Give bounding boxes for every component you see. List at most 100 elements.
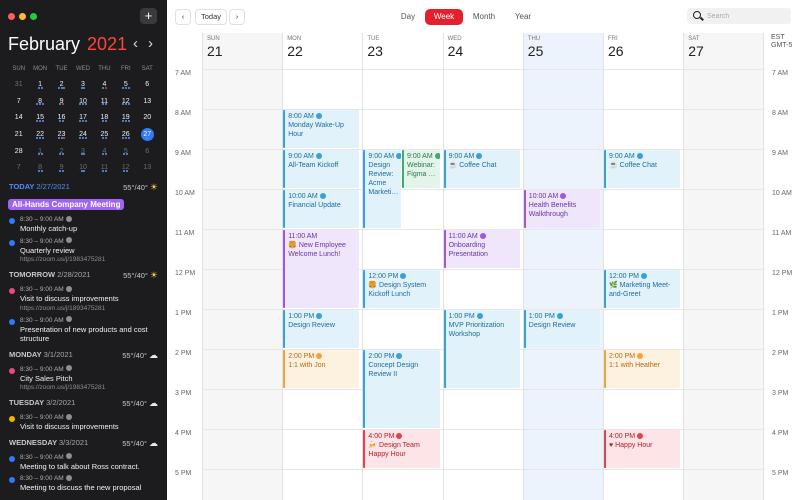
calendar-event[interactable]: 9:00 AM All-Team Kickoff xyxy=(283,150,360,188)
mini-calendar-day[interactable]: 12 xyxy=(115,156,136,173)
mini-calendar-day[interactable]: 4 xyxy=(94,73,115,89)
mini-calendar-day[interactable]: 16 xyxy=(51,106,72,123)
event-link[interactable]: https://zoom.us/j/1893475281 xyxy=(20,304,159,313)
tab-year[interactable]: Year xyxy=(510,9,536,25)
mini-calendar-day[interactable]: 12 xyxy=(115,90,136,106)
calendar-event[interactable]: 11:00 AM Onboarding Presentation xyxy=(443,230,520,268)
mini-calendar-day[interactable]: 4 xyxy=(94,140,115,156)
day-header[interactable]: MON 22 xyxy=(282,33,362,69)
hour-label: 7 AM xyxy=(175,70,191,77)
agenda-event[interactable]: 8:30 – 9:00 AM Presentation of new produc… xyxy=(0,316,167,344)
day-header[interactable]: SAT 27 xyxy=(683,33,763,69)
tab-week[interactable]: Week xyxy=(425,9,463,25)
calendar-event[interactable]: 4:00 PM ♥ Happy Hour xyxy=(604,430,681,468)
day-header[interactable]: SUN 21 xyxy=(202,33,282,69)
calendar-event[interactable]: 12:00 PM 🌿 Marketing Meet-and-Greet xyxy=(604,270,681,308)
calendar-event[interactable]: 9:00 AM Webinar: Figma … xyxy=(402,150,440,188)
calendar-event[interactable]: 1:00 PM Design Review xyxy=(283,310,360,348)
calendar-event[interactable]: 9:00 AM ☕ Coffee Chat xyxy=(604,150,681,188)
agenda-event[interactable]: 8:30 – 9:00 AM Meeting to discuss the new… xyxy=(0,474,167,493)
tab-month[interactable]: Month xyxy=(469,9,499,25)
all-day-event[interactable]: All-Hands Company Meeting xyxy=(8,199,125,210)
calendar-event[interactable]: 10:00 AM Health Benefits Walkthrough xyxy=(523,190,600,228)
calendar-event[interactable]: 9:00 AM ☕ Coffee Chat xyxy=(443,150,520,188)
mini-calendar-day[interactable]: 22 xyxy=(29,123,50,139)
mini-calendar-day[interactable]: 13 xyxy=(137,156,158,172)
event-link[interactable]: https://zoom.us/j/1983475281 xyxy=(20,255,159,264)
agenda-event[interactable]: 8:30 – 9:00 AM Quarterly review https://zo… xyxy=(0,237,167,265)
day-header[interactable]: TUE 23 xyxy=(362,33,442,69)
calendar-event[interactable]: 2:00 PM 1:1 with Heather xyxy=(604,350,681,388)
mini-calendar-day[interactable]: 6 xyxy=(137,73,158,89)
mini-calendar-day[interactable]: 23 xyxy=(51,123,72,139)
mini-calendar-day[interactable]: 18 xyxy=(94,106,115,123)
agenda-event[interactable]: 8:30 – 9:00 AM Visit to discuss improveme… xyxy=(0,413,167,432)
calendar-event[interactable]: 12:00 PM 🍔 Design System Kickoff Lunch xyxy=(363,270,440,308)
calendar-event[interactable]: 1:00 PM MVP Prioritization Workshop xyxy=(443,310,520,388)
mini-calendar-day[interactable]: 7 xyxy=(8,90,29,106)
agenda-event[interactable]: 8:30 – 9:00 AM Meeting to talk about Ross… xyxy=(0,453,167,472)
calendar-event[interactable]: 2:00 PM 1:1 with Jon xyxy=(283,350,360,388)
add-event-button[interactable]: + xyxy=(140,8,157,24)
mini-calendar-day[interactable]: 6 xyxy=(137,140,158,156)
hour-label: 5 PM xyxy=(175,470,192,477)
mini-calendar-day[interactable]: 21 xyxy=(8,123,29,139)
mini-calendar-day[interactable]: 28 xyxy=(8,140,29,156)
mini-calendar-day[interactable]: 2 xyxy=(51,73,72,89)
mini-calendar-day[interactable]: 8 xyxy=(29,156,50,173)
mini-calendar-day[interactable]: 20 xyxy=(137,106,158,122)
today-button[interactable]: Today xyxy=(195,9,227,25)
mini-calendar-day[interactable]: 17 xyxy=(72,106,93,123)
mini-calendar-day[interactable]: 5 xyxy=(115,140,136,156)
mini-calendar-prev-button[interactable]: ‹ xyxy=(133,35,138,53)
mini-calendar-day[interactable]: 3 xyxy=(72,140,93,156)
mini-calendar-day[interactable]: 24 xyxy=(72,123,93,139)
mini-calendar-day[interactable]: 25 xyxy=(94,123,115,139)
agenda-day-label: TUESDAY 3/2/2021 xyxy=(9,398,75,407)
day-header[interactable]: WED 24 xyxy=(443,33,523,69)
calendar-event[interactable]: 8:00 AM Monday Wake-Up Hour xyxy=(283,110,360,148)
calendar-event[interactable]: 9:00 AM Design Review: Acme Marketi… xyxy=(363,150,401,228)
search-input[interactable] xyxy=(707,11,787,22)
mini-calendar-day[interactable]: 10 xyxy=(72,90,93,106)
mini-calendar-day[interactable]: 9 xyxy=(51,90,72,106)
mini-calendar-day[interactable]: 2 xyxy=(51,140,72,156)
mini-calendar-day[interactable]: 27 xyxy=(137,123,158,142)
event-link[interactable]: https://zoom.us/j/1983475281 xyxy=(20,383,159,392)
mini-calendar-day[interactable]: 1 xyxy=(29,140,50,156)
mini-calendar-day[interactable]: 26 xyxy=(115,123,136,139)
mini-calendar-day[interactable]: 13 xyxy=(137,90,158,106)
mini-calendar-day[interactable]: 11 xyxy=(94,90,115,106)
prev-week-button[interactable]: ‹ xyxy=(175,9,191,25)
mini-calendar-day[interactable]: 15 xyxy=(29,106,50,123)
next-week-button[interactable]: › xyxy=(229,9,245,25)
mini-calendar-day[interactable]: 1 xyxy=(29,73,50,89)
day-header[interactable]: THU 25 xyxy=(523,33,603,69)
calendar-event[interactable]: 4:00 PM 🍻 Design Team Happy Hour xyxy=(363,430,440,468)
mini-calendar-day[interactable]: 5 xyxy=(115,73,136,89)
mini-calendar-day[interactable]: 11 xyxy=(94,156,115,173)
sun-icon: ☀ xyxy=(149,182,158,192)
mini-calendar-day[interactable]: 10 xyxy=(72,156,93,173)
mini-calendar-next-button[interactable]: › xyxy=(148,35,153,53)
window-minimize-button[interactable] xyxy=(19,13,26,20)
mini-calendar-day[interactable]: 9 xyxy=(51,156,72,173)
mini-calendar-day[interactable]: 14 xyxy=(8,106,29,122)
mini-calendar-day[interactable]: 19 xyxy=(115,106,136,123)
mini-calendar-day[interactable]: 7 xyxy=(8,156,29,172)
window-zoom-button[interactable] xyxy=(30,13,37,20)
calendar-event[interactable]: 1:00 PM Design Review xyxy=(523,310,600,348)
agenda-event[interactable]: 8:30 – 9:00 AM City Sales Pitch https://zo… xyxy=(0,365,167,393)
window-close-button[interactable] xyxy=(8,13,15,20)
mini-calendar-day[interactable]: 31 xyxy=(8,73,29,89)
tab-day[interactable]: Day xyxy=(397,9,419,25)
day-header[interactable]: FRI 26 xyxy=(603,33,683,69)
mini-calendar-day[interactable]: 8 xyxy=(29,90,50,106)
calendar-event[interactable]: 2:00 PM Concept Design Review II xyxy=(363,350,440,428)
agenda-event[interactable]: 8:30 – 9:00 AM Monthly catch-up xyxy=(0,215,167,234)
calendar-event[interactable]: 10:00 AM Financial Update xyxy=(283,190,360,228)
calendar-event[interactable]: 11:00 AM 🍔 New Employee Welcome Lunch! xyxy=(283,230,360,308)
event-time-text: 8:00 AM xyxy=(288,113,314,120)
mini-calendar-day[interactable]: 3 xyxy=(72,73,93,89)
agenda-event[interactable]: 8:30 – 9:00 AM Visit to discuss improveme… xyxy=(0,285,167,313)
